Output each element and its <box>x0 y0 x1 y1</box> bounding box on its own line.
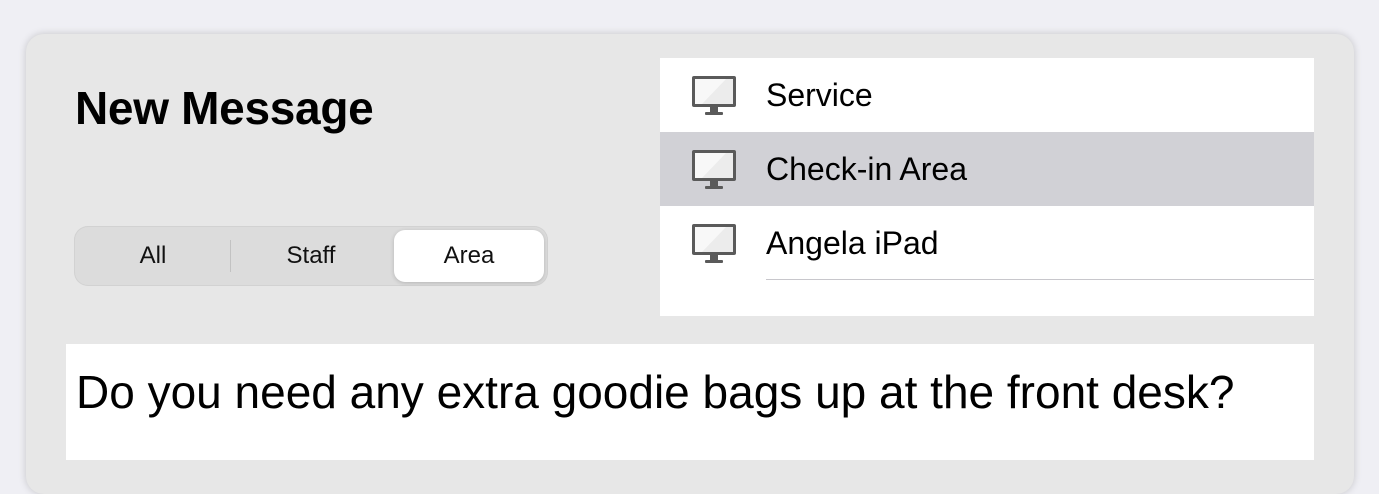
segment-area[interactable]: Area <box>394 230 544 282</box>
message-input[interactable]: Do you need any extra goodie bags up at … <box>66 344 1314 460</box>
recipient-label: Service <box>766 77 873 113</box>
desktop-monitor-icon <box>690 223 738 265</box>
new-message-panel: New Message All Staff Area Service Check… <box>26 34 1354 494</box>
page-title: New Message <box>75 82 374 134</box>
recipient-row-check-in-area[interactable]: Check-in Area <box>660 132 1314 206</box>
recipient-row-service[interactable]: Service <box>660 58 1314 132</box>
message-text[interactable]: Do you need any extra goodie bags up at … <box>76 364 1234 420</box>
recipient-label: Check-in Area <box>766 151 967 187</box>
list-divider <box>766 279 1314 280</box>
recipient-type-segmented-control: All Staff Area <box>74 226 548 286</box>
recipient-row-angela-ipad[interactable]: Angela iPad <box>660 206 1314 280</box>
segment-divider <box>230 240 231 272</box>
desktop-monitor-icon <box>690 75 738 117</box>
recipient-list: Service Check-in Area Angela iPad <box>660 58 1314 316</box>
segment-staff[interactable]: Staff <box>232 230 390 282</box>
segment-all[interactable]: All <box>78 230 228 282</box>
desktop-monitor-icon <box>690 149 738 191</box>
recipient-label: Angela iPad <box>766 225 939 261</box>
